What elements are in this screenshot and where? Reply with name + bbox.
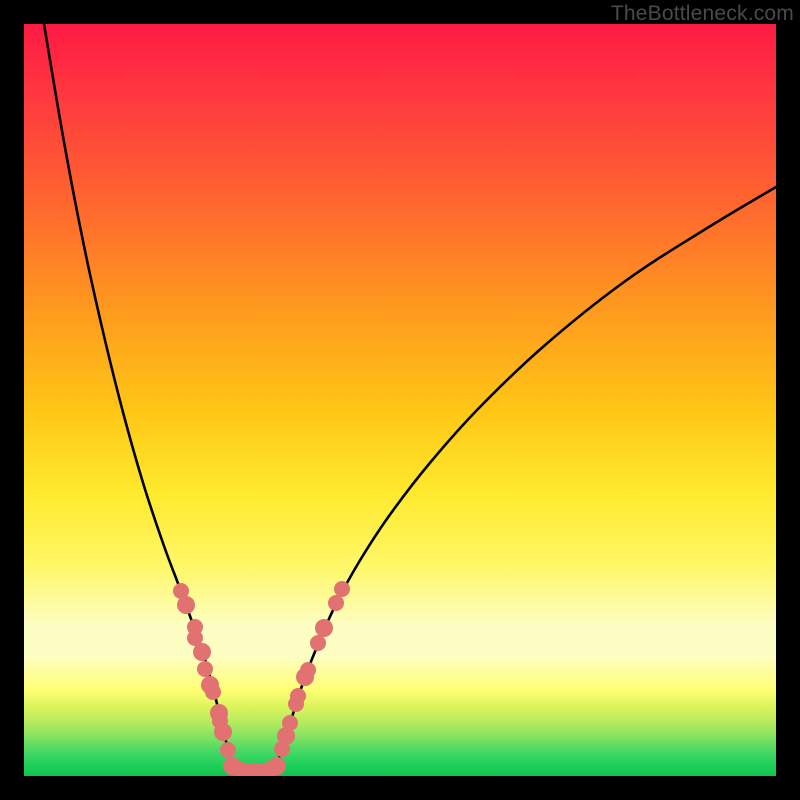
scatter-dot-right [334, 581, 350, 597]
scatter-dot-trough [268, 757, 286, 775]
scatter-dot-right [300, 662, 316, 678]
plot-area [24, 24, 776, 776]
scatter-dots [173, 581, 350, 776]
scatter-dot-left [177, 596, 195, 614]
scatter-dot-left [220, 742, 236, 758]
scatter-dot-right [290, 688, 306, 704]
scatter-dot-left [205, 684, 221, 700]
chart-frame: TheBottleneck.com [0, 0, 800, 800]
watermark-text: TheBottleneck.com [611, 2, 794, 26]
scatter-dot-right [315, 619, 333, 637]
scatter-dot-left [197, 661, 213, 677]
scatter-dot-right [282, 715, 298, 731]
scatter-dot-right [310, 635, 326, 651]
scatter-dot-left [193, 643, 211, 661]
curve-group [44, 24, 776, 774]
chart-svg [24, 24, 776, 776]
scatter-dot-left [214, 723, 232, 741]
curve-right-branch [274, 187, 776, 772]
scatter-dot-right [328, 595, 344, 611]
curve-left-branch [44, 24, 238, 772]
